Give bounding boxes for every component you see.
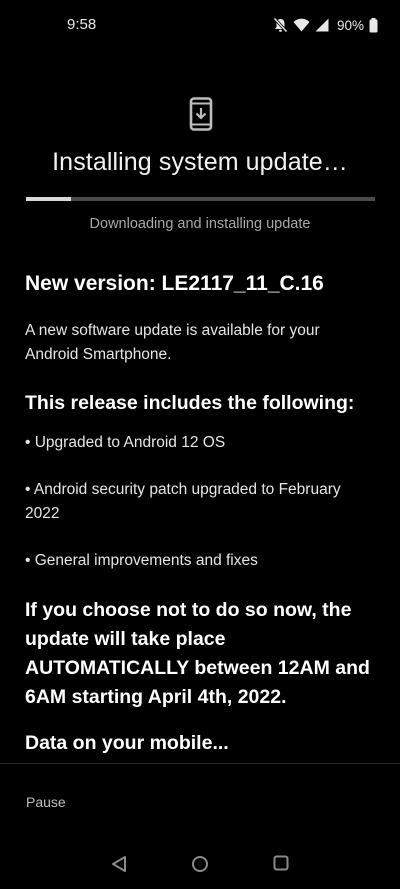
progress-status: Downloading and installing update [89, 216, 311, 232]
update-intro: A new software update is available for y… [25, 322, 320, 363]
status-bar: 9:58 90% [0, 0, 400, 50]
battery-percentage: 90% [336, 17, 364, 33]
list-item: • Android security patch upgraded to Feb… [25, 481, 341, 522]
navigation-bar [0, 843, 400, 885]
cell-signal-icon [315, 18, 329, 32]
divider [0, 763, 400, 764]
pause-button[interactable]: Pause [26, 792, 66, 812]
release-heading: This release includes the following: [25, 392, 355, 414]
status-time: 9:58 [67, 16, 97, 33]
list-item: • General improvements and fixes [25, 552, 258, 569]
bell-muted-icon [273, 17, 288, 33]
recents-icon[interactable] [273, 855, 289, 876]
home-icon[interactable] [191, 855, 209, 878]
wifi-icon [293, 18, 310, 32]
list-item: • Upgraded to Android 12 OS [25, 434, 226, 451]
cut-off-text: Data on your mobile... [25, 732, 229, 754]
page-title: Installing system update… [52, 148, 348, 176]
update-progress-bar [26, 197, 375, 201]
auto-update-notice: If you choose not to do so now, the upda… [25, 599, 370, 708]
battery-icon [369, 17, 378, 33]
release-notes-scroll[interactable]: New version: LE2117_11_C.16 A new softwa… [25, 268, 375, 763]
status-icons: 90% [273, 14, 378, 36]
back-icon[interactable] [111, 855, 127, 878]
version-heading: New version: LE2117_11_C.16 [25, 272, 324, 295]
phone-download-icon [189, 97, 213, 131]
progress-fill [26, 197, 72, 201]
